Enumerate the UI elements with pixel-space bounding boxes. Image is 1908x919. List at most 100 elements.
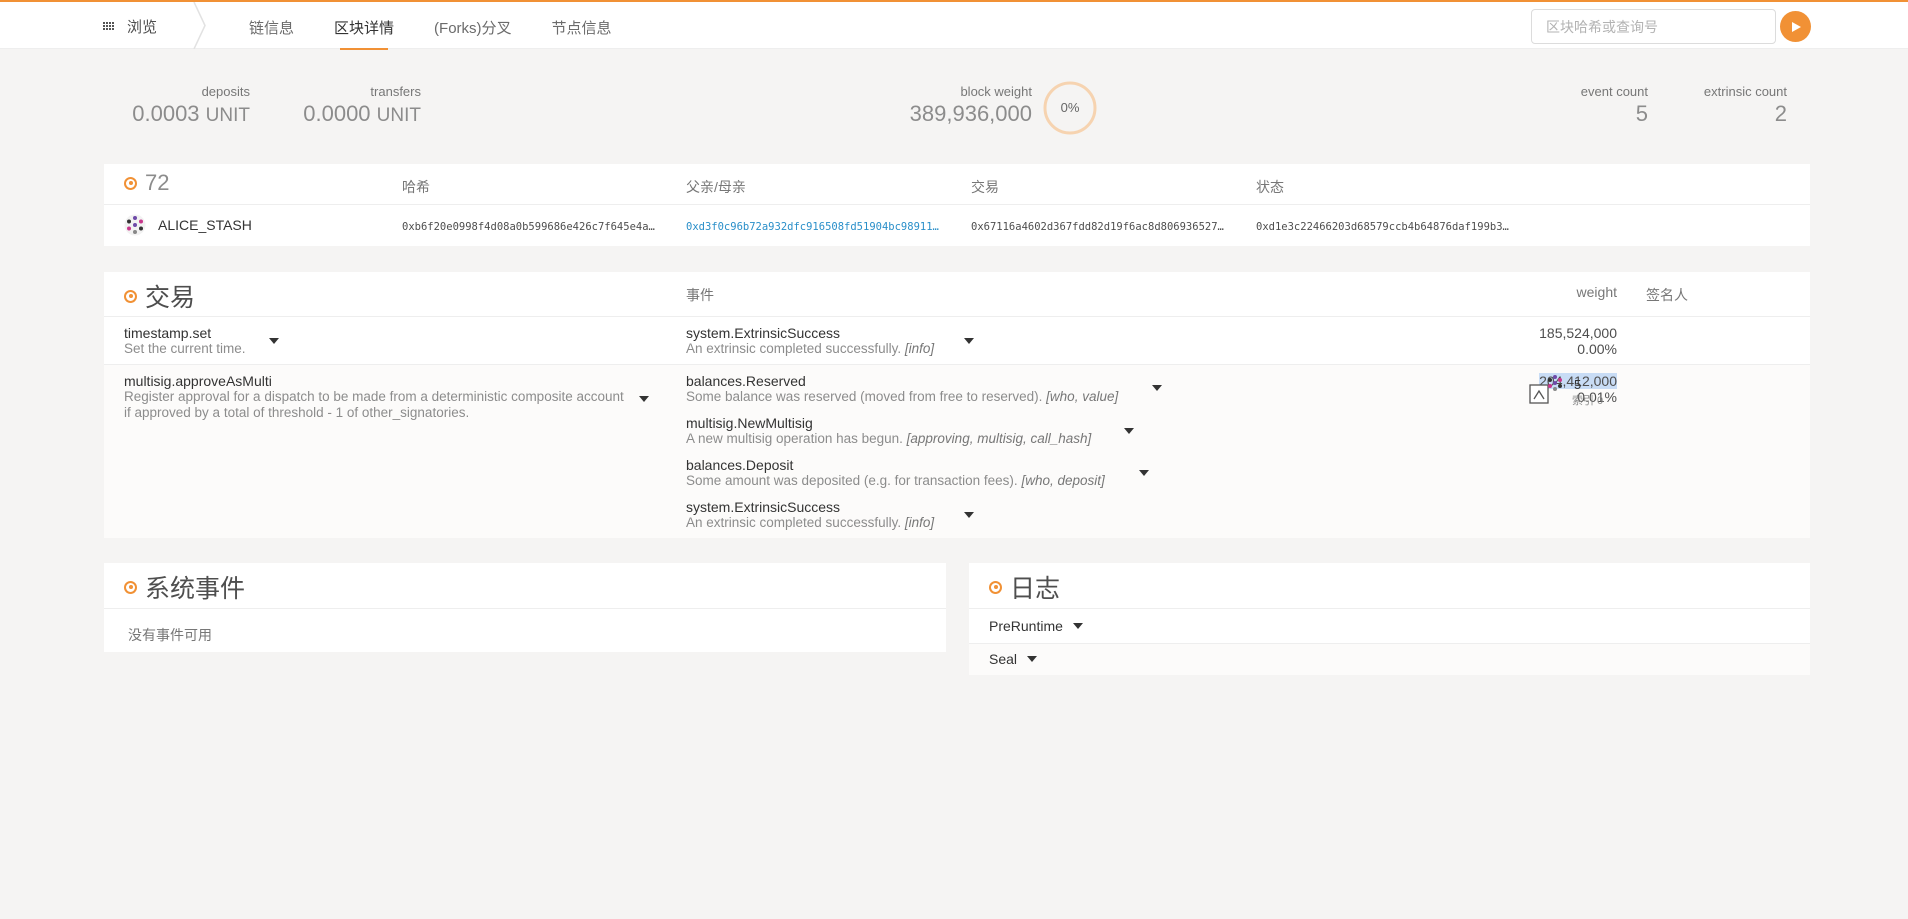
summary-extrinsic-count: extrinsic count 2: [1660, 84, 1787, 127]
event-description: An extrinsic completed successfully. [in…: [686, 515, 935, 530]
signer-nonce: 5: [1574, 377, 1582, 392]
apps-grid-icon: [103, 21, 117, 32]
parent-column-header: 父亲/母亲: [686, 179, 746, 195]
summary-event-count: event count 5: [1520, 84, 1648, 127]
state-column-header: 状态: [1256, 179, 1284, 195]
extrinsics-title: 交易: [145, 284, 196, 312]
system-events-title: 系统事件: [145, 575, 246, 603]
tab-chain-info[interactable]: 链信息: [249, 2, 294, 49]
identicon-avatar: [124, 214, 146, 236]
expand-caret-icon[interactable]: [1124, 428, 1134, 434]
extrinsic-method: multisig.approveAsMulti: [124, 373, 272, 389]
bullet-icon: [124, 580, 137, 594]
extrinsics-root: 0x67116a4602d367fdd82d19f6ac8d806936527…: [971, 221, 1224, 233]
logs-heading: 日志: [989, 569, 1060, 605]
summary-block-weight: block weight 389,936,000: [830, 84, 1032, 127]
divider: [969, 608, 1810, 609]
signer-column-header: 签名人: [1646, 287, 1688, 303]
logs-card: 日志 PreRuntime Seal: [969, 563, 1810, 675]
extrinsic-description: Register approval for a dispatch to be m…: [124, 389, 624, 420]
parent-hash-link[interactable]: 0xd3f0c96b72a932dfc916508fd51904bc98911…: [686, 221, 939, 233]
extrinsic-weight: 204,412,000: [1539, 373, 1617, 389]
log-item[interactable]: PreRuntime: [989, 618, 1083, 634]
multisig-signer-icon[interactable]: [1528, 373, 1566, 407]
empty-events-message: 没有事件可用: [128, 627, 212, 643]
tab-node-info[interactable]: 节点信息: [552, 2, 612, 49]
expand-caret-icon[interactable]: [269, 338, 279, 344]
logs-title: 日志: [1010, 575, 1061, 603]
block-number: 72: [145, 170, 170, 195]
deposits-label: deposits: [201, 84, 250, 99]
tab-block-details[interactable]: 区块详情: [334, 2, 394, 50]
extrinsic-row: multisig.approveAsMulti Register approva…: [104, 365, 1810, 538]
event-description: A new multisig operation has begun. [app…: [686, 431, 1092, 446]
block-author: ALICE_STASH: [124, 214, 252, 236]
block-weight-percent: 0%: [1060, 100, 1080, 115]
transfers-value: 0.0000: [303, 101, 371, 126]
block-header-table: 72 哈希 父亲/母亲 交易 状态 ALICE_STASH 0xb6f20e09…: [104, 164, 1810, 246]
event-method: multisig.NewMultisig: [686, 415, 813, 431]
author-name[interactable]: ALICE_STASH: [158, 217, 252, 233]
block-hash: 0xb6f20e0998f4d08a0b599686e426c7f645e4a…: [402, 221, 655, 233]
log-item-label: Seal: [989, 651, 1018, 667]
expand-caret-icon[interactable]: [639, 396, 649, 402]
log-row-bg: [969, 644, 1810, 675]
event-method: balances.Deposit: [686, 457, 794, 473]
extrinsic-count-value: 2: [1774, 101, 1787, 126]
tab-forks[interactable]: (Forks)分叉: [434, 2, 512, 49]
brand-menu[interactable]: 浏览: [103, 16, 157, 37]
expand-caret-icon[interactable]: [1152, 385, 1162, 391]
extrinsic-description: Set the current time.: [124, 341, 246, 356]
hash-column-header: 哈希: [402, 179, 430, 195]
event-method: system.ExtrinsicSuccess: [686, 325, 841, 341]
play-icon: [1791, 21, 1801, 32]
extrinsics-heading: 交易: [124, 278, 195, 314]
expand-caret-icon[interactable]: [964, 512, 974, 518]
system-events-heading: 系统事件: [124, 569, 245, 605]
expand-caret-icon[interactable]: [964, 338, 974, 344]
event-description: Some balance was reserved (moved from fr…: [686, 389, 1119, 404]
extrinsic-weight-percent: 0.00%: [1577, 341, 1617, 357]
transfers-label: transfers: [370, 84, 421, 99]
expand-caret-icon[interactable]: [1139, 470, 1149, 476]
bullet-icon: [124, 289, 137, 303]
event-count-label: event count: [1580, 84, 1648, 99]
summary-transfers: transfers 0.0000 UNIT: [270, 84, 421, 127]
extrinsics-table: 交易 事件 weight 签名人 timestamp.set Set the c…: [104, 272, 1810, 538]
deposits-value: 0.0003: [132, 101, 200, 126]
log-item[interactable]: Seal: [989, 651, 1038, 667]
expand-caret-icon: [1072, 623, 1083, 629]
block-weight-label: block weight: [960, 84, 1032, 99]
extrinsic-weight: 185,524,000: [1539, 325, 1617, 341]
block-number-heading: 72: [124, 170, 169, 196]
transfers-unit: UNIT: [376, 105, 421, 126]
chevron-separator-icon: [193, 2, 206, 49]
nav-tabs: 链信息 区块详情 (Forks)分叉 节点信息: [249, 2, 652, 50]
extrinsic-method: timestamp.set: [124, 325, 212, 341]
event-description: Some amount was deposited (e.g. for tran…: [686, 473, 1105, 488]
extrinsics-column-header: 交易: [971, 179, 999, 195]
divider: [104, 608, 946, 609]
signer-index: 索引 0: [1572, 395, 1604, 407]
bullet-icon: [124, 176, 137, 190]
system-events-card: 系统事件 没有事件可用: [104, 563, 946, 652]
block-search-input[interactable]: [1531, 9, 1776, 44]
events-column-header: 事件: [686, 287, 714, 303]
event-description: An extrinsic completed successfully. [in…: [686, 341, 935, 356]
extrinsic-count-label: extrinsic count: [1703, 84, 1787, 99]
search-go-button[interactable]: [1780, 11, 1811, 42]
brand-label: 浏览: [127, 19, 158, 36]
event-method: balances.Reserved: [686, 373, 806, 389]
divider: [104, 204, 1810, 205]
state-root: 0xd1e3c22466203d68579ccb4b64876daf199b3…: [1256, 221, 1509, 233]
log-item-label: PreRuntime: [989, 618, 1063, 634]
expand-caret-icon: [1027, 656, 1038, 662]
block-weight-value: 389,936,000: [909, 101, 1032, 126]
bullet-icon: [989, 580, 1002, 594]
top-nav-bar: 浏览 链信息 区块详情 (Forks)分叉 节点信息: [0, 2, 1908, 50]
deposits-unit: UNIT: [205, 105, 250, 126]
event-method: system.ExtrinsicSuccess: [686, 499, 841, 515]
extrinsic-row: timestamp.set Set the current time. syst…: [104, 317, 1810, 364]
summary-deposits: deposits 0.0003 UNIT: [100, 84, 250, 127]
event-count-value: 5: [1635, 101, 1648, 126]
